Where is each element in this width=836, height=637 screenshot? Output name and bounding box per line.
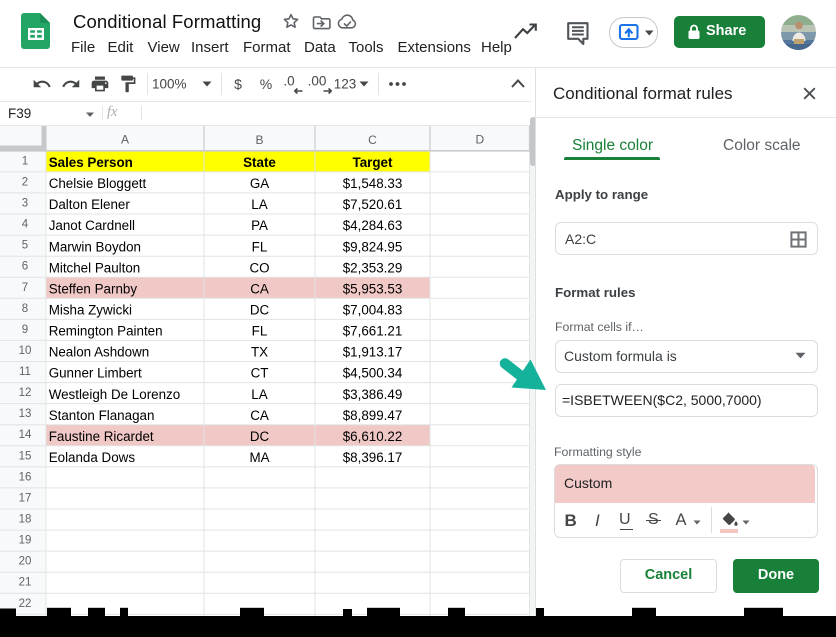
svg-text:$2,353.29: $2,353.29 — [343, 260, 403, 275]
svg-text:D: D — [475, 132, 484, 146]
svg-text:Faustine Ricardet: Faustine Ricardet — [49, 429, 154, 444]
svg-text:Misha Zywicki: Misha Zywicki — [49, 303, 132, 318]
svg-text:8: 8 — [22, 303, 28, 315]
svg-text:GA: GA — [250, 176, 269, 191]
svg-text:5: 5 — [22, 240, 28, 252]
svg-text:FL: FL — [252, 324, 268, 339]
svg-text:1: 1 — [22, 155, 28, 167]
svg-text:$4,500.34: $4,500.34 — [343, 366, 403, 381]
svg-text:11: 11 — [19, 366, 31, 378]
svg-text:Steffen Parnby: Steffen Parnby — [49, 282, 138, 297]
svg-text:FL: FL — [252, 239, 268, 254]
svg-text:Sales Person: Sales Person — [49, 155, 133, 170]
svg-text:$1,548.33: $1,548.33 — [343, 176, 403, 191]
svg-text:4: 4 — [22, 219, 29, 231]
svg-text:Westleigh De Lorenzo: Westleigh De Lorenzo — [49, 387, 181, 402]
svg-text:CO: CO — [249, 260, 269, 275]
svg-text:13: 13 — [19, 408, 32, 420]
svg-text:B: B — [255, 133, 263, 147]
svg-text:123: 123 — [334, 77, 357, 92]
svg-text:$3,386.49: $3,386.49 — [343, 387, 403, 402]
svg-text:18: 18 — [19, 514, 32, 526]
svg-text:14: 14 — [19, 429, 32, 441]
svg-text:16: 16 — [19, 471, 32, 483]
svg-text:A: A — [121, 132, 129, 146]
svg-text:7: 7 — [22, 282, 28, 294]
svg-text:15: 15 — [19, 450, 32, 462]
svg-text:Gunner Limbert: Gunner Limbert — [49, 366, 142, 381]
svg-text:17: 17 — [19, 493, 32, 505]
svg-text:State: State — [243, 155, 276, 170]
svg-text:Dalton Elener: Dalton Elener — [49, 197, 131, 212]
svg-text:CA: CA — [250, 408, 269, 423]
svg-text:$7,004.83: $7,004.83 — [343, 303, 403, 318]
svg-text:$4,284.63: $4,284.63 — [343, 218, 403, 233]
svg-text:Mitchel Paulton: Mitchel Paulton — [49, 260, 141, 275]
svg-text:100%: 100% — [152, 77, 187, 92]
svg-text:Remington Painten: Remington Painten — [49, 324, 163, 339]
svg-text:12: 12 — [19, 387, 32, 399]
svg-text:21: 21 — [19, 577, 32, 589]
svg-text:$7,661.21: $7,661.21 — [343, 324, 403, 339]
svg-text:CA: CA — [250, 282, 269, 297]
svg-text:19: 19 — [19, 535, 32, 547]
svg-text:Stanton Flanagan: Stanton Flanagan — [49, 408, 155, 423]
svg-text:3: 3 — [22, 198, 28, 210]
svg-text:Nealon Ashdown: Nealon Ashdown — [49, 345, 150, 360]
svg-text:$9,824.95: $9,824.95 — [343, 239, 403, 254]
svg-text:20: 20 — [19, 556, 32, 568]
svg-text:LA: LA — [251, 387, 267, 402]
svg-text:9: 9 — [22, 324, 28, 336]
svg-text:6: 6 — [22, 261, 28, 273]
svg-text:Target: Target — [353, 155, 393, 170]
svg-text:$7,520.61: $7,520.61 — [343, 197, 403, 212]
svg-text:.0: .0 — [283, 74, 294, 89]
svg-text:Chelsie Bloggett: Chelsie Bloggett — [49, 176, 147, 191]
svg-text:CT: CT — [251, 366, 269, 381]
svg-text:$8,899.47: $8,899.47 — [343, 408, 403, 423]
svg-text:$8,396.17: $8,396.17 — [343, 450, 403, 465]
svg-text:2: 2 — [22, 176, 28, 188]
svg-text:DC: DC — [250, 429, 270, 444]
svg-text:$6,610.22: $6,610.22 — [343, 429, 403, 444]
svg-text:C: C — [368, 133, 377, 147]
svg-text:LA: LA — [251, 197, 267, 212]
svg-text:TX: TX — [251, 345, 268, 360]
svg-text:$1,913.17: $1,913.17 — [343, 345, 403, 360]
svg-text:MA: MA — [249, 450, 269, 465]
svg-text:DC: DC — [250, 303, 270, 318]
svg-text:PA: PA — [251, 218, 268, 233]
svg-text:10: 10 — [19, 345, 32, 357]
svg-text:Marwin Boydon: Marwin Boydon — [49, 239, 141, 254]
svg-text:.00: .00 — [308, 74, 327, 89]
svg-text:$: $ — [234, 76, 242, 92]
svg-text:$5,953.53: $5,953.53 — [343, 282, 403, 297]
svg-text:Eolanda Dows: Eolanda Dows — [49, 450, 136, 465]
svg-text:%: % — [260, 76, 272, 92]
svg-text:Janot Cardnell: Janot Cardnell — [49, 218, 135, 233]
